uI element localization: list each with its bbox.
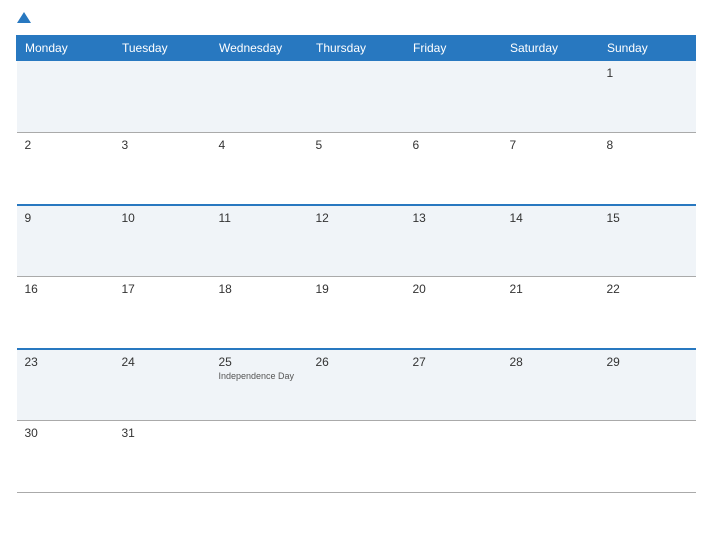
calendar-cell: 11 bbox=[211, 205, 308, 277]
day-number: 7 bbox=[510, 138, 591, 152]
calendar-cell: 23 bbox=[17, 349, 114, 421]
calendar-cell bbox=[405, 61, 502, 133]
day-number: 25 bbox=[219, 355, 300, 369]
day-number: 10 bbox=[122, 211, 203, 225]
calendar-cell: 12 bbox=[308, 205, 405, 277]
calendar-cell: 6 bbox=[405, 133, 502, 205]
day-number: 13 bbox=[413, 211, 494, 225]
calendar-cell: 13 bbox=[405, 205, 502, 277]
calendar-cell: 26 bbox=[308, 349, 405, 421]
day-number: 22 bbox=[607, 282, 688, 296]
day-number: 9 bbox=[25, 211, 106, 225]
day-number: 21 bbox=[510, 282, 591, 296]
calendar-cell bbox=[211, 61, 308, 133]
calendar-cell bbox=[502, 61, 599, 133]
day-number: 30 bbox=[25, 426, 106, 440]
weekday-header-friday: Friday bbox=[405, 36, 502, 61]
day-number: 11 bbox=[219, 211, 300, 225]
day-number: 23 bbox=[25, 355, 106, 369]
weekday-header-thursday: Thursday bbox=[308, 36, 405, 61]
day-number: 28 bbox=[510, 355, 591, 369]
calendar-cell: 30 bbox=[17, 421, 114, 493]
calendar-week-row: 2 3 4 5 6 7 8 bbox=[17, 133, 696, 205]
day-number: 31 bbox=[122, 426, 203, 440]
day-number: 4 bbox=[219, 138, 300, 152]
calendar-week-row: 23 24 25 Independence Day 26 27 28 29 bbox=[17, 349, 696, 421]
weekday-header-wednesday: Wednesday bbox=[211, 36, 308, 61]
day-number: 18 bbox=[219, 282, 300, 296]
calendar-week-row: 1 bbox=[17, 61, 696, 133]
calendar-cell: 10 bbox=[114, 205, 211, 277]
calendar-cell: 29 bbox=[599, 349, 696, 421]
calendar-cell: 16 bbox=[17, 277, 114, 349]
calendar-cell: 17 bbox=[114, 277, 211, 349]
logo-triangle-icon bbox=[17, 12, 31, 23]
calendar-week-row: 30 31 bbox=[17, 421, 696, 493]
calendar-cell: 21 bbox=[502, 277, 599, 349]
day-number: 29 bbox=[607, 355, 688, 369]
calendar-grid: MondayTuesdayWednesdayThursdayFridaySatu… bbox=[16, 35, 696, 493]
calendar-cell: 8 bbox=[599, 133, 696, 205]
calendar-cell: 14 bbox=[502, 205, 599, 277]
weekday-header-saturday: Saturday bbox=[502, 36, 599, 61]
calendar-cell bbox=[599, 421, 696, 493]
calendar-week-row: 9 10 11 12 13 14 15 bbox=[17, 205, 696, 277]
holiday-label: Independence Day bbox=[219, 371, 300, 381]
calendar-cell: 1 bbox=[599, 61, 696, 133]
day-number: 2 bbox=[25, 138, 106, 152]
calendar-cell: 24 bbox=[114, 349, 211, 421]
calendar-cell: 19 bbox=[308, 277, 405, 349]
calendar-cell: 22 bbox=[599, 277, 696, 349]
calendar-cell bbox=[17, 61, 114, 133]
day-number: 26 bbox=[316, 355, 397, 369]
calendar-header bbox=[16, 12, 696, 25]
calendar-cell: 20 bbox=[405, 277, 502, 349]
calendar-cell: 3 bbox=[114, 133, 211, 205]
day-number: 17 bbox=[122, 282, 203, 296]
calendar-cell: 27 bbox=[405, 349, 502, 421]
day-number: 19 bbox=[316, 282, 397, 296]
calendar-cell: 4 bbox=[211, 133, 308, 205]
day-number: 16 bbox=[25, 282, 106, 296]
weekday-header-monday: Monday bbox=[17, 36, 114, 61]
day-number: 3 bbox=[122, 138, 203, 152]
weekday-header-row: MondayTuesdayWednesdayThursdayFridaySatu… bbox=[17, 36, 696, 61]
calendar-cell: 15 bbox=[599, 205, 696, 277]
day-number: 5 bbox=[316, 138, 397, 152]
weekday-header-tuesday: Tuesday bbox=[114, 36, 211, 61]
calendar-cell bbox=[502, 421, 599, 493]
day-number: 14 bbox=[510, 211, 591, 225]
calendar-cell: 25 Independence Day bbox=[211, 349, 308, 421]
logo bbox=[16, 12, 32, 25]
weekday-header-sunday: Sunday bbox=[599, 36, 696, 61]
calendar-container: MondayTuesdayWednesdayThursdayFridaySatu… bbox=[0, 0, 712, 550]
calendar-cell bbox=[308, 421, 405, 493]
day-number: 1 bbox=[607, 66, 688, 80]
day-number: 12 bbox=[316, 211, 397, 225]
calendar-cell: 9 bbox=[17, 205, 114, 277]
calendar-cell: 5 bbox=[308, 133, 405, 205]
calendar-cell bbox=[308, 61, 405, 133]
calendar-cell: 18 bbox=[211, 277, 308, 349]
calendar-cell: 31 bbox=[114, 421, 211, 493]
calendar-cell bbox=[114, 61, 211, 133]
calendar-cell bbox=[405, 421, 502, 493]
calendar-cell: 28 bbox=[502, 349, 599, 421]
calendar-week-row: 16 17 18 19 20 21 22 bbox=[17, 277, 696, 349]
calendar-cell: 2 bbox=[17, 133, 114, 205]
day-number: 24 bbox=[122, 355, 203, 369]
calendar-cell: 7 bbox=[502, 133, 599, 205]
day-number: 6 bbox=[413, 138, 494, 152]
day-number: 27 bbox=[413, 355, 494, 369]
day-number: 8 bbox=[607, 138, 688, 152]
day-number: 15 bbox=[607, 211, 688, 225]
day-number: 20 bbox=[413, 282, 494, 296]
calendar-cell bbox=[211, 421, 308, 493]
